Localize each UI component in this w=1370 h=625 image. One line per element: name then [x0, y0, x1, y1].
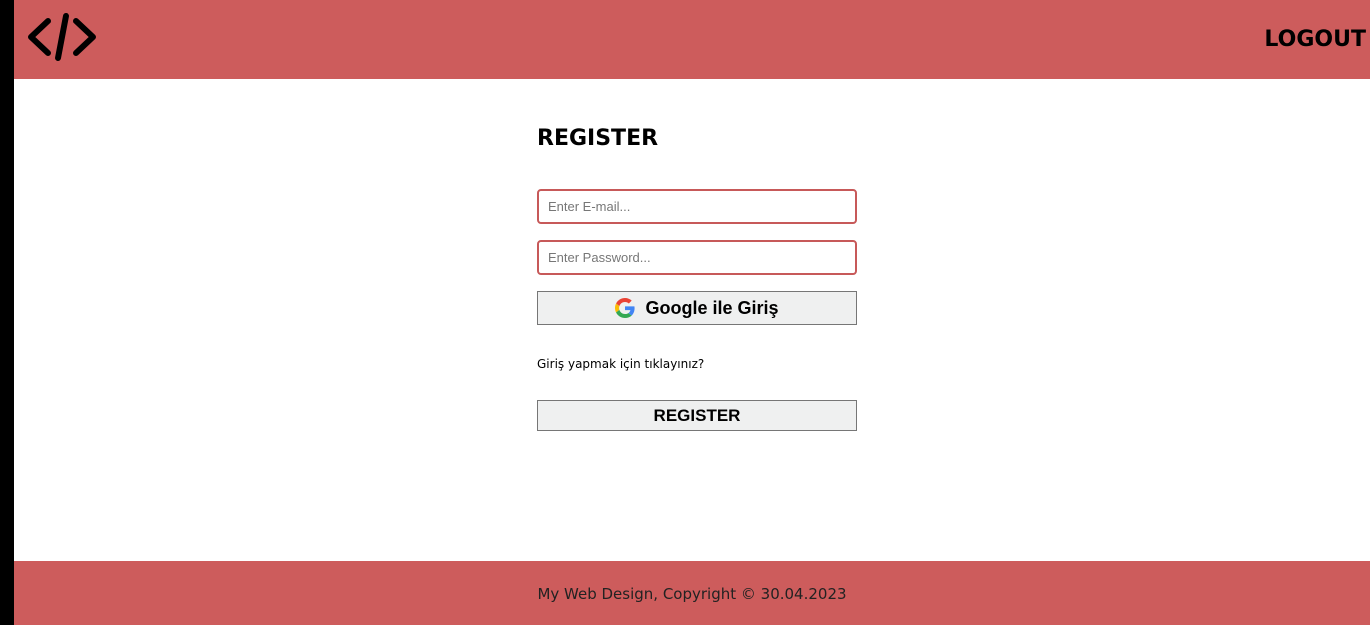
- code-brackets-icon[interactable]: [26, 11, 98, 63]
- login-link[interactable]: Giriş yapmak için tıklayınız?: [537, 356, 704, 372]
- page-title: REGISTER: [537, 126, 659, 151]
- copyright-text: My Web Design, Copyright © 30.04.2023: [537, 585, 847, 603]
- page: LOGOUT REGISTER Google ile Giriş Giriş y…: [14, 0, 1370, 625]
- header-bar: LOGOUT: [14, 0, 1370, 79]
- google-login-label: Google ile Giriş: [645, 297, 779, 318]
- logout-link[interactable]: LOGOUT: [1264, 26, 1366, 54]
- register-form: REGISTER Google ile Giriş Giriş yapmak i…: [537, 124, 857, 431]
- footer-bar: My Web Design, Copyright © 30.04.2023: [14, 561, 1370, 625]
- google-login-button[interactable]: Google ile Giriş: [537, 291, 857, 325]
- google-icon: [615, 298, 636, 318]
- password-input[interactable]: [537, 240, 857, 275]
- register-button[interactable]: REGISTER: [537, 400, 857, 431]
- email-input[interactable]: [537, 189, 857, 224]
